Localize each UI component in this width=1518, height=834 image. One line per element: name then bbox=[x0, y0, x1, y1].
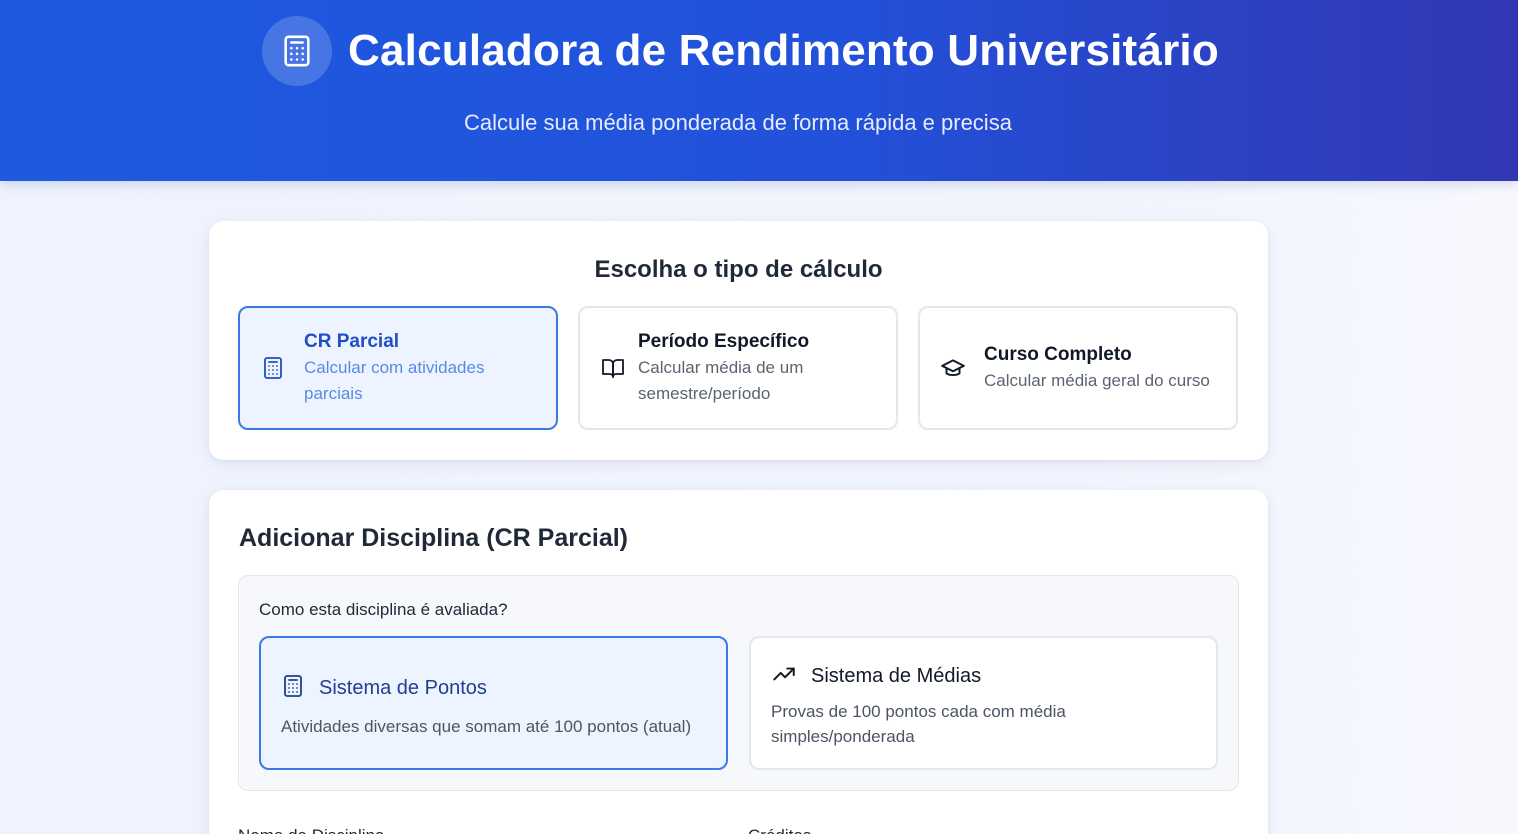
system-description: Provas de 100 pontos cada com média simp… bbox=[771, 702, 1066, 746]
calc-type-card: Escolha o tipo de cálculo CR Parcial Cal… bbox=[209, 221, 1268, 460]
system-label: Sistema de Pontos bbox=[319, 677, 487, 699]
option-label: Período Específico bbox=[638, 331, 810, 352]
graduation-cap-icon bbox=[940, 355, 966, 381]
option-description: Calcular média geral do curso bbox=[984, 371, 1210, 390]
header-title-row: Calculadora de Rendimento Universitário bbox=[262, 16, 1219, 86]
calculator-icon bbox=[260, 355, 286, 381]
calc-type-cr-parcial[interactable]: CR Parcial Calcular com atividades parci… bbox=[238, 306, 558, 430]
trending-up-icon bbox=[771, 661, 797, 692]
page-title: Calculadora de Rendimento Universitário bbox=[348, 26, 1219, 75]
evaluation-type-box: Como esta disciplina é avaliada? Sistema… bbox=[238, 575, 1239, 791]
page-header: Calculadora de Rendimento Universitário … bbox=[0, 0, 1518, 181]
calc-type-title: Escolha o tipo de cálculo bbox=[594, 256, 883, 283]
option-label: Curso Completo bbox=[984, 344, 1132, 365]
evaluation-question: Como esta disciplina é avaliada? bbox=[259, 600, 508, 619]
system-header: Sistema de Médias bbox=[771, 661, 981, 692]
page-subtitle: Calcule sua média ponderada de forma ráp… bbox=[464, 110, 1012, 135]
add-discipline-card: Adicionar Disciplina (CR Parcial) Como e… bbox=[209, 490, 1268, 834]
option-description: Calcular média de um semestre/período bbox=[638, 358, 804, 403]
credits-label: Créditos bbox=[748, 826, 811, 834]
option-text: Curso Completo Calcular média geral do c… bbox=[984, 342, 1234, 394]
system-header: Sistema de Pontos bbox=[281, 674, 487, 703]
option-text: Período Específico Calcular média de um … bbox=[638, 329, 878, 407]
calc-type-periodo[interactable]: Período Específico Calcular média de um … bbox=[578, 306, 898, 430]
calculator-icon bbox=[262, 16, 332, 86]
option-text: CR Parcial Calcular com atividades parci… bbox=[304, 329, 534, 407]
option-label: CR Parcial bbox=[304, 331, 400, 352]
system-points-option[interactable]: Sistema de Pontos Atividades diversas qu… bbox=[259, 636, 728, 770]
system-description: Atividades diversas que somam até 100 po… bbox=[281, 717, 692, 736]
book-open-icon bbox=[600, 355, 626, 381]
discipline-name-label: Nome da Disciplina bbox=[238, 826, 384, 834]
system-averages-option[interactable]: Sistema de Médias Provas de 100 pontos c… bbox=[749, 636, 1218, 770]
add-discipline-title: Adicionar Disciplina (CR Parcial) bbox=[239, 524, 628, 552]
system-label: Sistema de Médias bbox=[811, 665, 982, 687]
calculator-icon bbox=[281, 674, 305, 703]
calc-type-curso-completo[interactable]: Curso Completo Calcular média geral do c… bbox=[918, 306, 1238, 430]
option-description: Calcular com atividades parciais bbox=[304, 358, 485, 403]
